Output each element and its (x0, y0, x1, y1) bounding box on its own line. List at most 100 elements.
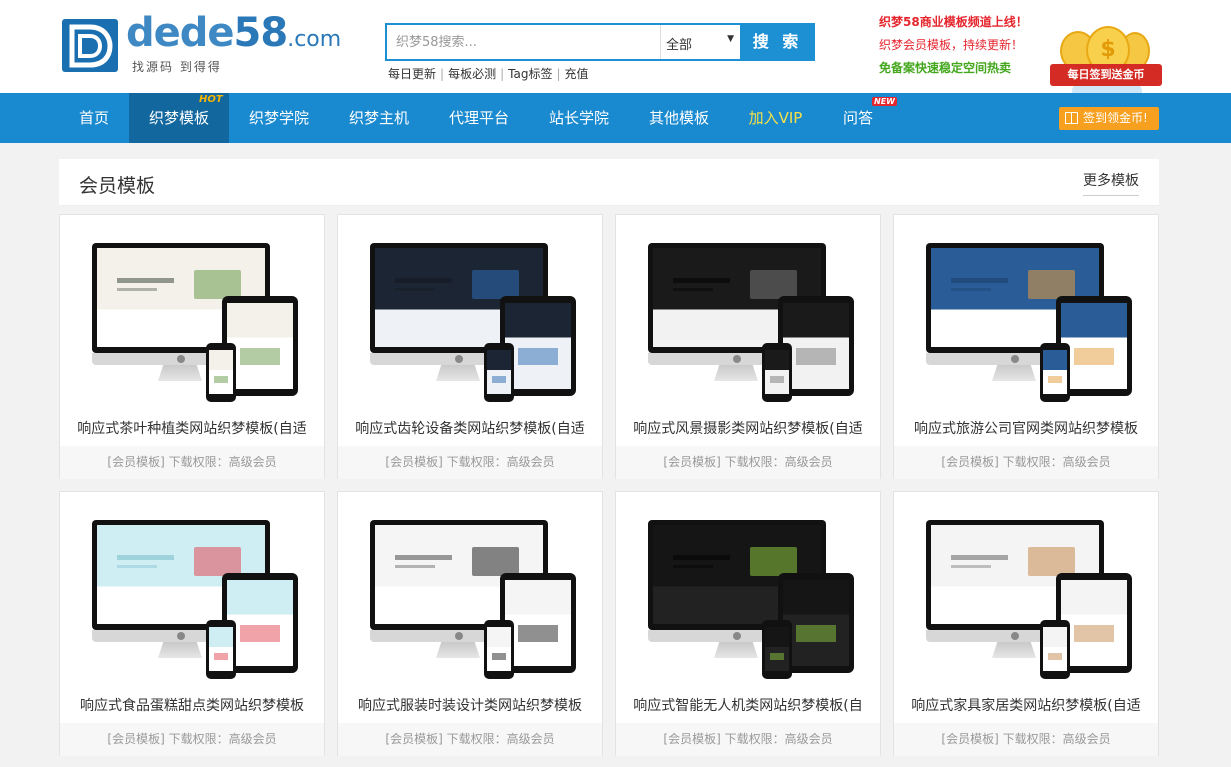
nav-item-other-templates[interactable]: 其他模板 (629, 93, 729, 143)
screen-highlight (240, 347, 280, 365)
search-input[interactable] (387, 25, 660, 59)
desktop-stand (436, 365, 480, 381)
phone-screen (209, 350, 233, 394)
screen-highlight (769, 652, 785, 661)
phone-mockup (1040, 620, 1070, 679)
template-card[interactable]: 响应式风景摄影类网站织梦模板(自适 [会员模板] 下载权限：高级会员 (615, 214, 881, 479)
template-card[interactable]: 响应式食品蛋糕甜点类网站织梦模板 [会员模板] 下载权限：高级会员 (59, 491, 325, 756)
search-scope-select[interactable]: 全部 ▼ (660, 25, 740, 59)
screen-highlight (213, 652, 229, 661)
promo-links: 织梦58商业模板频道上线！ 织梦会员模板，持续更新！ 免备案快速稳定空间热卖 (879, 11, 1028, 80)
template-meta: [会员模板] 下载权限：高级会员 (616, 723, 880, 756)
more-templates-link[interactable]: 更多模板 (1083, 170, 1139, 196)
promo-link-member[interactable]: 织梦会员模板，持续更新！ (879, 34, 1028, 57)
promo-link-commercial[interactable]: 织梦58商业模板频道上线！ (879, 11, 1028, 34)
template-meta: [会员模板] 下载权限：高级会员 (60, 446, 324, 479)
template-title[interactable]: 响应式齿轮设备类网站织梦模板(自适 (338, 418, 602, 438)
quick-link-daily[interactable]: 每日更新 (388, 67, 436, 81)
promo-link-hosting[interactable]: 免备案快速稳定空间热卖 (879, 57, 1028, 80)
template-thumbnail[interactable] (616, 215, 880, 408)
screen-heading (673, 554, 731, 560)
nav-item-qa[interactable]: 问答 NEW (822, 93, 897, 143)
template-thumbnail[interactable] (894, 492, 1158, 685)
screen-highlight (194, 269, 242, 300)
divider: | (440, 67, 445, 81)
tablet-screen (783, 580, 849, 666)
template-title[interactable]: 响应式食品蛋糕甜点类网站织梦模板 (60, 695, 324, 715)
tablet-screen (783, 303, 849, 389)
template-thumbnail[interactable] (338, 215, 602, 408)
screen-highlight (491, 375, 507, 384)
nav-item-dede-templates[interactable]: 织梦模板 HOT (129, 93, 229, 143)
screen-highlight (1074, 347, 1114, 365)
nav-item-webmaster[interactable]: 站长学院 (529, 93, 629, 143)
template-thumbnail[interactable] (60, 215, 324, 408)
template-title[interactable]: 响应式旅游公司官网类网站织梦模板 (894, 418, 1158, 438)
screen-highlight (1028, 269, 1076, 300)
phone-screen (1043, 350, 1067, 394)
screen-highlight (769, 375, 785, 384)
quick-link-tested[interactable]: 每板必测 (448, 67, 496, 81)
screen-line (673, 564, 714, 568)
hot-badge: HOT (199, 94, 223, 105)
nav-item-home[interactable]: 首页 (59, 93, 129, 143)
screen-highlight (472, 269, 520, 300)
screen-highlight (1047, 652, 1063, 661)
screen-heading (395, 554, 453, 560)
template-card[interactable]: 响应式齿轮设备类网站织梦模板(自适 [会员模板] 下载权限：高级会员 (337, 214, 603, 479)
screen-line (395, 564, 436, 568)
template-meta: [会员模板] 下载权限：高级会员 (616, 446, 880, 479)
nav-item-vip[interactable]: 加入VIP (729, 93, 822, 143)
screen-highlight (750, 269, 798, 300)
desktop-stand (992, 365, 1036, 381)
screen-highlight (213, 375, 229, 384)
desktop-stand (436, 642, 480, 658)
template-meta: [会员模板] 下载权限：高级会员 (60, 723, 324, 756)
quick-link-tags[interactable]: Tag标签 (508, 67, 552, 81)
divider: | (500, 67, 505, 81)
phone-mockup (484, 620, 514, 679)
new-badge: NEW (872, 97, 897, 106)
template-thumbnail[interactable] (616, 492, 880, 685)
signin-coins-button[interactable]: 签到领金币! (1059, 107, 1159, 130)
screen-highlight (1047, 375, 1063, 384)
phone-screen (487, 350, 511, 394)
template-title[interactable]: 响应式风景摄影类网站织梦模板(自适 (616, 418, 880, 438)
nav-item-academy[interactable]: 织梦学院 (229, 93, 329, 143)
daily-signin-badge[interactable]: $ 每日签到送金币 (1050, 26, 1162, 98)
template-card[interactable]: 响应式智能无人机类网站织梦模板(自 [会员模板] 下载权限：高级会员 (615, 491, 881, 756)
template-title[interactable]: 响应式茶叶种植类网站织梦模板(自适 (60, 418, 324, 438)
template-title[interactable]: 响应式家具家居类网站织梦模板(自适 (894, 695, 1158, 715)
tablet-screen (227, 580, 293, 666)
template-title[interactable]: 响应式服装时装设计类网站织梦模板 (338, 695, 602, 715)
template-thumbnail[interactable] (338, 492, 602, 685)
nav-item-agent[interactable]: 代理平台 (429, 93, 529, 143)
nav-item-label: 织梦模板 (148, 109, 209, 127)
template-card[interactable]: 响应式服装时装设计类网站织梦模板 [会员模板] 下载权限：高级会员 (337, 491, 603, 756)
search-button[interactable]: 搜 索 (740, 23, 815, 61)
logo-text: dede58.com (126, 10, 342, 56)
template-card[interactable]: 响应式家具家居类网站织梦模板(自适 [会员模板] 下载权限：高级会员 (893, 491, 1159, 756)
tablet-screen (1061, 580, 1127, 666)
site-logo[interactable]: dede58.com 找源码 到得得 (62, 10, 342, 76)
section-title: 会员模板 (79, 175, 156, 197)
screen-highlight (518, 624, 558, 642)
phone-screen (765, 350, 789, 394)
phone-mockup (206, 343, 236, 402)
phone-screen (1043, 627, 1067, 671)
template-thumbnail[interactable] (60, 492, 324, 685)
divider: | (556, 67, 561, 81)
signin-ribbon: 每日签到送金币 (1050, 64, 1162, 86)
screen-heading (395, 277, 453, 283)
quick-link-recharge[interactable]: 充值 (565, 67, 589, 81)
template-title[interactable]: 响应式智能无人机类网站织梦模板(自 (616, 695, 880, 715)
chevron-down-icon: ▼ (727, 34, 734, 44)
phone-mockup (206, 620, 236, 679)
phone-mockup (484, 343, 514, 402)
template-card[interactable]: 响应式茶叶种植类网站织梦模板(自适 [会员模板] 下载权限：高级会员 (59, 214, 325, 479)
template-card[interactable]: 响应式旅游公司官网类网站织梦模板 [会员模板] 下载权限：高级会员 (893, 214, 1159, 479)
template-thumbnail[interactable] (894, 215, 1158, 408)
screen-heading (951, 554, 1009, 560)
desktop-stand (714, 642, 758, 658)
nav-item-hosting[interactable]: 织梦主机 (329, 93, 429, 143)
